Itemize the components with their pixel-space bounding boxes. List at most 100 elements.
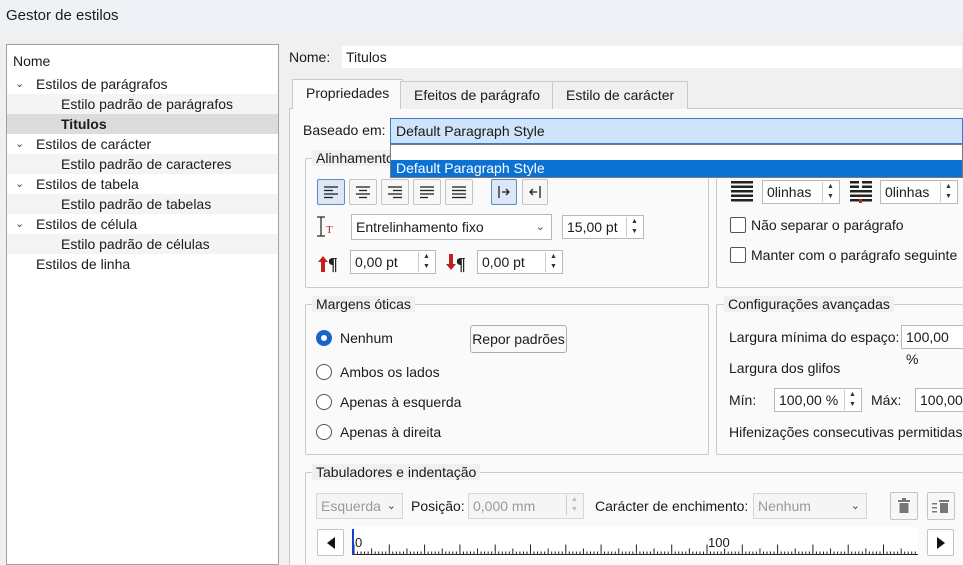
tab-align-value: Esquerda	[321, 498, 381, 514]
line-spacing-mode-select[interactable]: Entrelinhamento fixo ⌄	[351, 214, 552, 240]
line-spacing-icon: T	[315, 214, 337, 240]
title-bar: Gestor de estilos	[0, 0, 963, 34]
based-on-value: Default Paragraph Style	[396, 123, 545, 139]
name-value: Titulos	[346, 49, 387, 65]
min-space-input[interactable]: 100,00 %	[901, 325, 963, 367]
keep-with-next-checkbox[interactable]	[730, 247, 746, 263]
fill-char-value: Nenhum	[758, 498, 811, 514]
tree-item-default-cell[interactable]: Estilo padrão de células	[7, 234, 278, 254]
reset-defaults-label: Repor padrões	[472, 331, 565, 347]
tree-item-paragraph-styles[interactable]: ⌄ Estilos de parágrafos	[7, 74, 278, 94]
tree-header-label: Nome	[13, 53, 51, 69]
chevron-down-icon: ⌄	[386, 500, 396, 512]
window-title: Gestor de estilos	[6, 7, 119, 24]
tab-align-select[interactable]: Esquerda ⌄	[316, 493, 403, 519]
line-spacing-value: 15,00 pt	[567, 219, 618, 235]
line-spacing-input[interactable]: 15,00 pt ▲ ▼	[562, 215, 644, 239]
ruler-label-start: 0	[355, 535, 363, 550]
space-below-value: 0,00 pt	[482, 254, 525, 270]
drop-cap-distance-icon	[849, 180, 873, 204]
chevron-down-icon[interactable]: ⌄	[15, 74, 27, 94]
no-split-checkbox[interactable]	[730, 217, 746, 233]
glyph-max-value: 100,00	[920, 392, 963, 408]
space-above-value: 0,00 pt	[355, 254, 398, 270]
space-below-input[interactable]: 0,00 pt ▲ ▼	[477, 250, 563, 274]
tab-properties[interactable]: Propriedades	[292, 79, 404, 109]
style-tree[interactable]: Nome ⌄ Estilos de parágrafos Estilo padr…	[6, 44, 279, 565]
tab-label: Estilo de carácter	[566, 87, 675, 103]
spin-arrows-icon[interactable]: ▲ ▼	[844, 390, 860, 410]
spin-arrows-icon[interactable]: ▲ ▼	[940, 182, 956, 202]
align-force-justify-icon[interactable]	[445, 179, 473, 205]
based-on-combo[interactable]: Default Paragraph Style	[390, 118, 963, 144]
spin-arrows-icon[interactable]: ▲ ▼	[566, 495, 582, 515]
spin-arrows-icon[interactable]: ▲ ▼	[545, 252, 561, 272]
align-center-icon[interactable]	[349, 179, 377, 205]
keep-with-next-label: Manter com o parágrafo seguinte	[751, 247, 958, 263]
position-input[interactable]: 0,000 mm ▲ ▼	[468, 493, 584, 519]
dropdown-option[interactable]: Default Paragraph Style	[391, 160, 962, 177]
spin-arrows-icon[interactable]: ▲ ▼	[626, 217, 642, 237]
direction-ltr-icon[interactable]	[491, 179, 517, 205]
hyphenation-label: Hifenizações consecutivas permitidas:	[729, 424, 963, 440]
tree-item-default-table[interactable]: Estilo padrão de tabelas	[7, 194, 278, 214]
reset-defaults-button[interactable]: Repor padrões	[470, 325, 567, 353]
tree-item-label: Estilos de parágrafos	[36, 76, 168, 92]
chevron-down-icon[interactable]: ⌄	[15, 214, 27, 234]
radio-none-label: Nenhum	[340, 330, 393, 346]
glyph-min-input[interactable]: 100,00 % ▲ ▼	[774, 388, 862, 412]
advanced-title: Configurações avançadas	[724, 296, 894, 312]
space-below-icon: ¶	[444, 250, 470, 274]
svg-text:¶: ¶	[328, 254, 338, 274]
based-on-label: Baseado em:	[303, 122, 386, 138]
space-above-input[interactable]: 0,00 pt ▲ ▼	[350, 250, 436, 274]
svg-text:¶: ¶	[456, 254, 466, 274]
spin-arrows-icon[interactable]: ▲ ▼	[418, 252, 434, 272]
radio-right-only[interactable]	[316, 424, 332, 440]
tab-character-style[interactable]: Estilo de carácter	[552, 81, 689, 109]
tree-item-line-styles[interactable]: Estilos de linha	[7, 254, 278, 274]
drop-cap-lines-input[interactable]: 0linhas ▲ ▼	[762, 180, 840, 204]
position-label: Posição:	[411, 498, 465, 514]
name-input[interactable]: Titulos	[341, 45, 963, 69]
chevron-down-icon[interactable]: ⌄	[15, 174, 27, 194]
direction-rtl-icon[interactable]	[522, 179, 548, 205]
align-justify-icon[interactable]	[413, 179, 441, 205]
radio-left-only-label: Apenas à esquerda	[340, 394, 462, 410]
fill-char-label: Carácter de enchimento:	[595, 498, 749, 514]
radio-both-sides[interactable]	[316, 364, 332, 380]
fill-char-select[interactable]: Nenhum ⌄	[753, 493, 867, 519]
tree-item-table-styles[interactable]: ⌄ Estilos de tabela	[7, 174, 278, 194]
align-left-icon[interactable]	[317, 179, 345, 205]
tree-item-label: Estilos de linha	[36, 256, 131, 272]
tabs-indent-title: Tabuladores e indentação	[312, 464, 481, 480]
tree-item-label: Titulos	[61, 116, 107, 132]
trash-all-icon	[932, 500, 949, 513]
tree-item-label: Estilos de célula	[36, 216, 138, 232]
tree-item-cell-styles[interactable]: ⌄ Estilos de célula	[7, 214, 278, 234]
based-on-dropdown[interactable]: Default Paragraph Style	[390, 144, 963, 178]
glyph-max-input[interactable]: 100,00	[915, 388, 963, 412]
tab-paragraph-effects[interactable]: Efeitos de parágrafo	[400, 81, 555, 109]
ruler-label-mid: 100	[708, 535, 730, 550]
radio-left-only[interactable]	[316, 394, 332, 410]
alignment-title: Alinhamento	[312, 150, 398, 166]
align-right-icon[interactable]	[381, 179, 409, 205]
tree-item-titulos[interactable]: Titulos	[7, 114, 278, 134]
chevron-down-icon[interactable]: ⌄	[15, 134, 27, 154]
tab-ruler[interactable]: 0 100	[352, 527, 918, 557]
drop-cap-offset-input[interactable]: 0linhas ▲ ▼	[880, 180, 958, 204]
ruler-left-button[interactable]	[317, 529, 344, 556]
chevron-down-icon: ⌄	[850, 500, 860, 512]
spin-arrows-icon[interactable]: ▲ ▼	[822, 182, 838, 202]
delete-all-tabs-button[interactable]	[927, 492, 955, 520]
tree-item-character-styles[interactable]: ⌄ Estilos de carácter	[7, 134, 278, 154]
ruler-right-button[interactable]	[927, 529, 954, 556]
tree-header: Nome	[7, 51, 278, 71]
tree-item-default-character[interactable]: Estilo padrão de caracteres	[7, 154, 278, 174]
tree-item-label: Estilo padrão de parágrafos	[61, 96, 233, 112]
radio-none[interactable]	[316, 330, 332, 346]
tree-item-default-paragraph[interactable]: Estilo padrão de parágrafos	[7, 94, 278, 114]
delete-tab-button[interactable]	[890, 492, 918, 520]
position-value: 0,000 mm	[473, 498, 536, 514]
